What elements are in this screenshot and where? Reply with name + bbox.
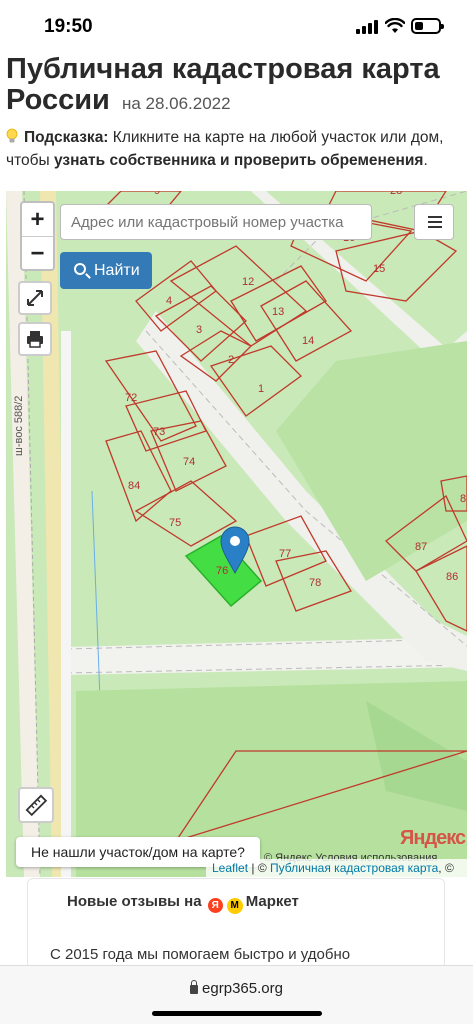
- ruler-button[interactable]: [18, 787, 54, 823]
- leaflet-link[interactable]: Leaflet: [212, 861, 248, 875]
- url-text: egrp365.org: [202, 980, 283, 997]
- parcel-label[interactable]: 72: [125, 392, 137, 404]
- road-label: ш-вос 588/2: [13, 396, 25, 456]
- parcel-label[interactable]: 75: [169, 517, 181, 529]
- home-indicator[interactable]: [152, 1011, 322, 1016]
- parcel-label[interactable]: 8: [460, 493, 466, 505]
- menu-icon: [428, 216, 442, 218]
- search-input[interactable]: [60, 204, 372, 240]
- status-bar: 19:50: [0, 0, 473, 50]
- page-date: на 28.06.2022: [121, 94, 231, 113]
- map-canvas[interactable]: 9 28 16 15 12 4 13 3 14 2 1 72 73 74 84 …: [6, 191, 467, 877]
- attribution-tail: , ©: [438, 861, 454, 875]
- parcel-label[interactable]: 4: [166, 295, 172, 307]
- zoom-out-button[interactable]: −: [22, 236, 53, 269]
- cadastral-map[interactable]: 9 28 16 15 12 4 13 3 14 2 1 72 73 74 84 …: [6, 191, 467, 877]
- ruler-icon: [25, 794, 48, 817]
- parcel-label[interactable]: 87: [415, 541, 427, 553]
- parcel-label[interactable]: 73: [153, 426, 165, 438]
- parcel-label[interactable]: 84: [128, 480, 140, 492]
- url-display[interactable]: egrp365.org: [0, 980, 473, 997]
- market-icon: M: [226, 898, 243, 914]
- parcel-label[interactable]: 3: [196, 324, 202, 336]
- battery-icon: [411, 18, 444, 34]
- printer-icon: [27, 331, 43, 348]
- parcel-label[interactable]: 28: [390, 191, 402, 197]
- yandex-logo: Яндекс: [400, 827, 466, 849]
- parcel-label[interactable]: 86: [446, 571, 458, 583]
- lock-icon: [190, 980, 199, 994]
- reviews-title-text: Новые отзывы на: [67, 893, 202, 910]
- market-label: Маркет: [245, 893, 299, 910]
- menu-button[interactable]: [414, 204, 454, 240]
- parcel-label[interactable]: 1: [258, 383, 264, 395]
- parcel-label[interactable]: 9: [154, 191, 160, 197]
- search-icon: [74, 263, 86, 275]
- wifi-icon: [385, 18, 405, 33]
- parcel-label[interactable]: 76: [216, 565, 228, 577]
- map-attribution: Leaflet | © Публичная кадастровая карта,…: [206, 859, 467, 877]
- parcel-label[interactable]: 77: [279, 548, 291, 560]
- browser-url-bar[interactable]: egrp365.org: [0, 965, 473, 1024]
- status-time: 19:50: [44, 16, 93, 37]
- hint: Подсказка: Кликните на карте на любой уч…: [6, 126, 468, 172]
- parcel-label[interactable]: 74: [183, 456, 195, 468]
- lightbulb-icon: [6, 128, 18, 143]
- parcel-label[interactable]: 13: [272, 306, 284, 318]
- page-title: Публичная кадастровая карта России на 28…: [6, 54, 468, 119]
- parcel-label[interactable]: 78: [309, 577, 321, 589]
- expand-icon: [27, 290, 43, 306]
- print-button[interactable]: [18, 322, 52, 356]
- attribution-separator: | ©: [248, 861, 270, 875]
- yandex-icon: Я: [207, 898, 223, 913]
- hint-label: Подсказка:: [24, 129, 109, 146]
- fullscreen-button[interactable]: [18, 281, 52, 315]
- zoom-control: + −: [20, 201, 55, 271]
- reviews-title: Новые отзывы на Я M Маркет: [67, 893, 299, 914]
- hint-text-end: .: [423, 152, 428, 169]
- reviews-text: С 2015 года мы помогаем быстро и удобно: [50, 946, 351, 963]
- signal-icon: [356, 20, 380, 34]
- find-button[interactable]: Найти: [60, 252, 152, 289]
- reviews-card: Новые отзывы на Я M Маркет С 2015 года мы …: [27, 878, 445, 978]
- parcel-label[interactable]: 12: [242, 276, 254, 288]
- parcel-label[interactable]: 2: [228, 354, 234, 366]
- zoom-in-button[interactable]: +: [22, 203, 53, 236]
- find-button-label: Найти: [94, 262, 140, 279]
- hint-bold-link: узнать собственника и проверить обремене…: [53, 152, 424, 169]
- cadastral-map-link[interactable]: Публичная кадастровая карта: [270, 861, 438, 875]
- parcel-label[interactable]: 14: [302, 335, 314, 347]
- parcel-label[interactable]: 15: [373, 263, 385, 275]
